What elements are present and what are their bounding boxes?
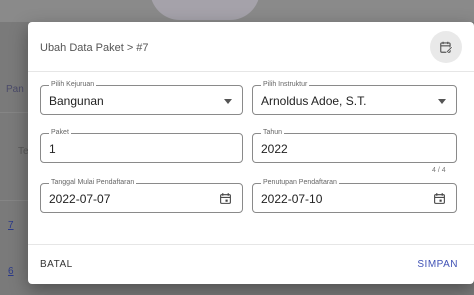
calendar-icon[interactable] xyxy=(433,192,446,205)
edit-calendar-button[interactable] xyxy=(430,31,462,63)
tanggal-mulai-label: Tanggal Mulai Pendaftaran xyxy=(49,178,137,188)
bg-row-link-6[interactable]: 6 xyxy=(8,266,14,277)
kejuruan-value: Bangunan xyxy=(49,94,104,108)
penutupan-field[interactable]: Penutupan Pendaftaran 2022-07-10 xyxy=(252,178,457,213)
tahun-label: Tahun xyxy=(261,128,285,138)
tahun-field[interactable]: Tahun 2022 xyxy=(252,128,457,163)
tahun-value: 2022 xyxy=(261,142,288,156)
edit-calendar-icon xyxy=(440,41,453,54)
bg-label-te: Te xyxy=(18,146,29,157)
paket-field[interactable]: Paket 1 xyxy=(40,128,243,163)
tanggal-mulai-field[interactable]: Tanggal Mulai Pendaftaran 2022-07-07 xyxy=(40,178,243,213)
instruktur-value: Arnoldus Adoe, S.T. xyxy=(261,94,367,108)
save-button[interactable]: SIMPAN xyxy=(417,259,458,270)
kejuruan-label: Pilih Kejuruan xyxy=(49,80,97,90)
tahun-char-counter: 4 / 4 xyxy=(432,167,446,174)
kejuruan-select[interactable]: Pilih Kejuruan Bangunan xyxy=(40,80,243,115)
penutupan-label: Penutupan Pendaftaran xyxy=(261,178,339,188)
penutupan-value: 2022-07-10 xyxy=(261,192,323,206)
chevron-down-icon xyxy=(224,99,232,104)
tanggal-mulai-value: 2022-07-07 xyxy=(49,192,111,206)
dialog-header: Ubah Data Paket > #7 xyxy=(28,22,474,72)
chevron-down-icon xyxy=(438,99,446,104)
edit-package-dialog: Ubah Data Paket > #7 Pilih Kejuruan Bang… xyxy=(28,22,474,284)
instruktur-select[interactable]: Pilih Instruktur Arnoldus Adoe, S.T. xyxy=(252,80,457,115)
calendar-icon[interactable] xyxy=(219,192,232,205)
instruktur-label: Pilih Instruktur xyxy=(261,80,310,90)
paket-label: Paket xyxy=(49,128,71,138)
bg-row-link-7[interactable]: 7 xyxy=(8,220,14,231)
bg-label-pan: Pan xyxy=(6,84,24,95)
dialog-title: Ubah Data Paket > #7 xyxy=(40,42,149,54)
dialog-footer: BATAL SIMPAN xyxy=(28,244,474,284)
cancel-button[interactable]: BATAL xyxy=(40,259,73,270)
paket-value: 1 xyxy=(49,142,56,156)
